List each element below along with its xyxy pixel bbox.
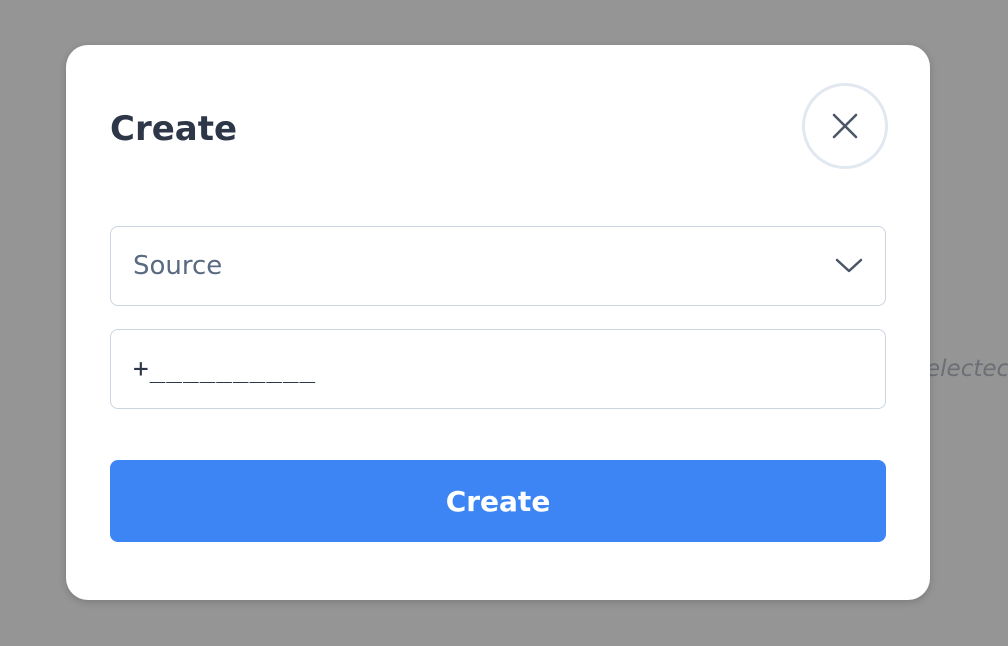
- chevron-down-icon: [835, 258, 863, 274]
- modal-title: Create: [110, 109, 238, 149]
- phone-input[interactable]: [110, 329, 886, 409]
- close-button[interactable]: [802, 83, 888, 169]
- source-select-value: Source: [133, 251, 223, 281]
- close-icon: [832, 113, 858, 139]
- background-partial-text: electec: [926, 356, 1008, 382]
- create-modal: Create Source Create: [66, 45, 930, 600]
- source-select[interactable]: Source: [110, 226, 886, 306]
- create-button[interactable]: Create: [110, 460, 886, 542]
